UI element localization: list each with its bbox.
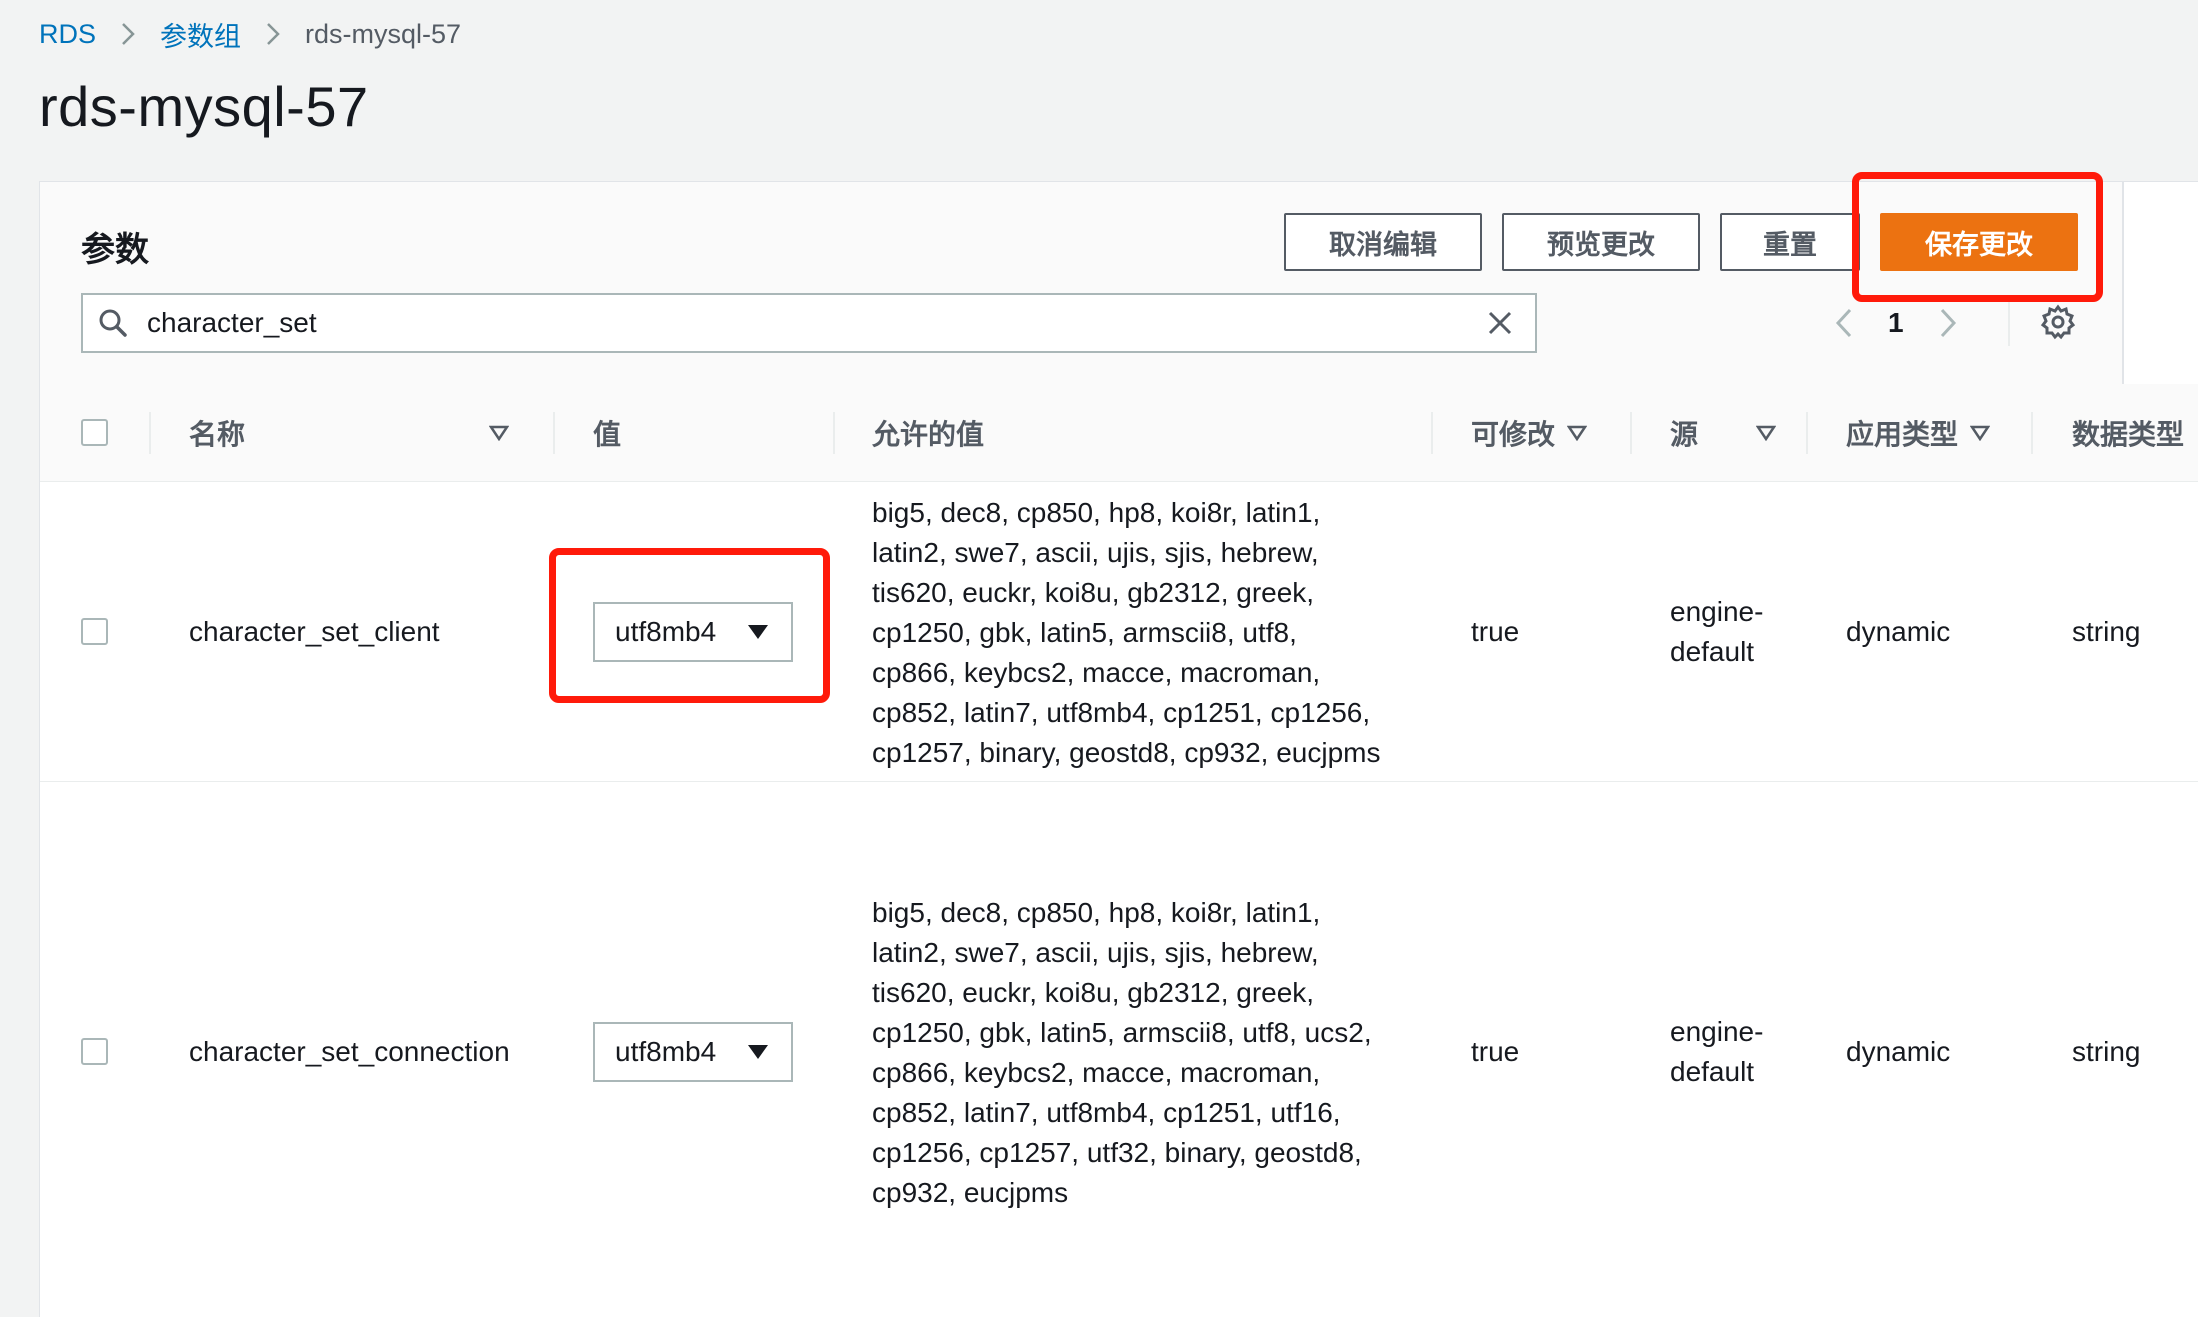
column-header-modifiable-label: 可修改 xyxy=(1471,418,1556,450)
allowed-values: big5, dec8, cp850, hp8, koi8r, latin1, l… xyxy=(872,893,1432,1213)
chevron-left-icon[interactable] xyxy=(1833,306,1855,340)
column-header-apply-type-label: 应用类型 xyxy=(1846,418,1959,450)
column-header-source-label: 源 xyxy=(1670,418,1699,450)
column-header-apply-type[interactable]: 应用类型 xyxy=(1846,384,1991,481)
source-value-line: engine- xyxy=(1670,1016,1764,1047)
row-divider xyxy=(40,781,2198,782)
page-title: rds-mysql-57 xyxy=(39,75,369,138)
column-header-data-type-label: 数据类型 xyxy=(2072,418,2185,450)
source-value-line: default xyxy=(1670,1056,1755,1087)
allowed-values-line: big5, dec8, cp850, hp8, koi8r, latin1, xyxy=(872,497,1321,528)
column-divider xyxy=(1431,412,1433,454)
modifiable-value: true xyxy=(1471,616,1520,647)
breadcrumb-rds-link[interactable]: RDS xyxy=(39,19,96,50)
value-select[interactable]: utf8mb4 xyxy=(593,602,793,662)
cancel-edit-button[interactable]: 取消编辑 xyxy=(1284,213,1482,271)
allowed-values-line: cp1250, gbk, latin5, armscii8, utf8, xyxy=(872,617,1297,648)
breadcrumb-parameter-groups-link[interactable]: 参数组 xyxy=(160,15,241,54)
close-icon[interactable] xyxy=(1465,309,1535,337)
caret-down-icon xyxy=(1756,425,1776,441)
row-checkbox[interactable] xyxy=(81,618,108,645)
gear-icon[interactable] xyxy=(2040,304,2076,340)
column-header-source[interactable]: 源 xyxy=(1670,384,1776,481)
caret-down-icon xyxy=(1970,425,1991,441)
allowed-values-line: cp1250, gbk, latin5, armscii8, utf8, ucs… xyxy=(872,1017,1372,1048)
column-header-allowed-values[interactable]: 允许的值 xyxy=(872,384,984,481)
row-checkbox[interactable] xyxy=(81,1038,108,1065)
search-field[interactable] xyxy=(81,293,1537,353)
column-header-name-label: 名称 xyxy=(189,418,246,450)
chevron-right-icon xyxy=(265,21,281,47)
caret-down-icon xyxy=(1567,425,1588,441)
parameter-name: character_set_connection xyxy=(189,1036,510,1067)
column-header-modifiable[interactable]: 可修改 xyxy=(1471,384,1588,481)
search-input[interactable] xyxy=(143,307,1465,339)
modifiable-value: true xyxy=(1471,1036,1520,1067)
allowed-values-line: big5, dec8, cp850, hp8, koi8r, latin1, xyxy=(872,897,1321,928)
caret-down-icon xyxy=(489,425,509,441)
allowed-values-line: cp1256, cp1257, utf32, binary, geostd8, xyxy=(872,1137,1362,1168)
pagination: 1 xyxy=(1833,300,1959,346)
allowed-values-line: cp1257, binary, geostd8, cp932, eucjpms xyxy=(872,737,1381,768)
apply-type-value: dynamic xyxy=(1846,616,1951,647)
allowed-values-line: cp932, eucjpms xyxy=(872,1177,1069,1208)
value-select-text: utf8mb4 xyxy=(615,1036,717,1067)
breadcrumb: RDS 参数组 rds-mysql-57 xyxy=(39,14,461,54)
column-divider xyxy=(1630,412,1632,454)
data-type-value: string xyxy=(2072,1036,2141,1067)
panel-title: 参数 xyxy=(81,231,149,269)
column-divider xyxy=(2031,412,2033,454)
parameters-panel: 参数 取消编辑 预览更改 重置 保存更改 1 xyxy=(39,181,2198,1317)
chevron-right-icon xyxy=(120,21,136,47)
allowed-values: big5, dec8, cp850, hp8, koi8r, latin1, l… xyxy=(872,493,1432,773)
table-header: 名称 值 允许的值 可修改 源 应用类型 数据类型 xyxy=(40,384,2198,482)
allowed-values-line: tis620, euckr, koi8u, gb2312, greek, xyxy=(872,577,1315,608)
reset-button[interactable]: 重置 xyxy=(1720,213,1860,271)
save-changes-button[interactable]: 保存更改 xyxy=(1880,213,2078,271)
column-divider xyxy=(553,412,555,454)
column-header-allowed-values-label: 允许的值 xyxy=(872,418,985,450)
column-divider xyxy=(149,412,151,454)
column-header-data-type[interactable]: 数据类型 xyxy=(2072,384,2184,481)
allowed-values-line: cp852, latin7, utf8mb4, cp1251, utf16, xyxy=(872,1097,1341,1128)
chevron-right-icon[interactable] xyxy=(1937,306,1959,340)
preview-changes-button[interactable]: 预览更改 xyxy=(1502,213,1700,271)
value-select[interactable]: utf8mb4 xyxy=(593,1022,793,1082)
allowed-values-line: latin2, swe7, ascii, ujis, sjis, hebrew, xyxy=(872,537,1319,568)
caret-down-icon xyxy=(747,1044,769,1060)
value-select-text: utf8mb4 xyxy=(615,616,717,647)
allowed-values-line: latin2, swe7, ascii, ujis, sjis, hebrew, xyxy=(872,937,1319,968)
panel-header: 参数 取消编辑 预览更改 重置 保存更改 1 xyxy=(40,182,2124,385)
current-page-number[interactable]: 1 xyxy=(1888,307,1904,339)
pager-divider xyxy=(2008,300,2010,346)
column-divider xyxy=(1806,412,1808,454)
source-value: engine- default xyxy=(1670,1012,1763,1092)
apply-type-value: dynamic xyxy=(1846,1036,1951,1067)
allowed-values-line: cp866, keybcs2, macce, macroman, xyxy=(872,1057,1321,1088)
allowed-values-line: cp852, latin7, utf8mb4, cp1251, cp1256, xyxy=(872,697,1371,728)
column-header-name[interactable]: 名称 xyxy=(189,384,509,481)
source-value-line: default xyxy=(1670,636,1755,667)
allowed-values-line: tis620, euckr, koi8u, gb2312, greek, xyxy=(872,977,1315,1008)
column-header-value-label: 值 xyxy=(593,418,622,450)
select-all-checkbox[interactable] xyxy=(81,419,108,446)
column-divider xyxy=(833,412,835,454)
data-type-value: string xyxy=(2072,616,2141,647)
caret-down-icon xyxy=(747,624,769,640)
parameter-name: character_set_client xyxy=(189,616,440,647)
search-icon xyxy=(83,307,143,339)
column-header-value[interactable]: 值 xyxy=(593,384,621,481)
breadcrumb-current: rds-mysql-57 xyxy=(305,18,462,49)
allowed-values-line: cp866, keybcs2, macce, macroman, xyxy=(872,657,1321,688)
source-value: engine- default xyxy=(1670,592,1763,672)
source-value-line: engine- xyxy=(1670,596,1764,627)
